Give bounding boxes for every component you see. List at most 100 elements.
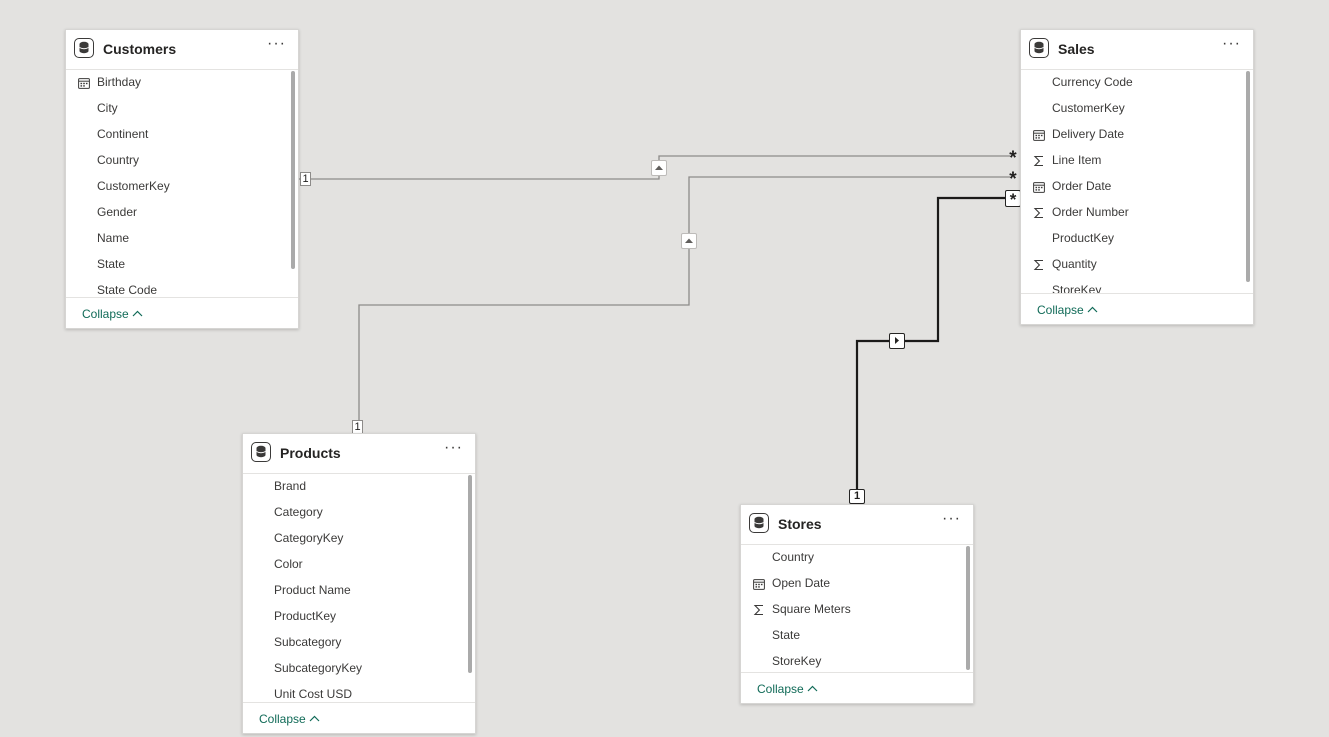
collapse-button[interactable]: Collapse (1037, 303, 1098, 317)
field-name: CategoryKey (274, 531, 344, 545)
field-row[interactable]: ProductKey (243, 604, 475, 630)
field-name: Subcategory (274, 635, 342, 649)
collapse-button[interactable]: Collapse (82, 307, 143, 321)
scrollbar[interactable] (291, 71, 295, 269)
field-name: Delivery Date (1052, 127, 1125, 141)
collapse-button[interactable]: Collapse (259, 712, 320, 726)
field-row[interactable]: CategoryKey (243, 526, 475, 552)
scrollbar[interactable] (1246, 71, 1250, 282)
field-row[interactable]: State (66, 252, 298, 278)
table-header[interactable]: Stores ··· (741, 505, 973, 545)
field-row[interactable]: Order Date (1021, 174, 1253, 200)
field-row[interactable]: Order Number (1021, 200, 1253, 226)
field-name: Order Number (1052, 205, 1129, 219)
field-row[interactable]: Continent (66, 122, 298, 148)
table-card-products[interactable]: Products ··· Brand Category CategoryKey Col… (242, 433, 476, 734)
field-row[interactable]: Country (741, 545, 973, 571)
field-row[interactable]: Brand (243, 474, 475, 500)
field-row[interactable]: ProductKey (1021, 226, 1253, 252)
field-row[interactable]: Open Date (741, 571, 973, 597)
table-header[interactable]: Customers ··· (66, 30, 298, 70)
field-row[interactable]: Product Name (243, 578, 475, 604)
table-card-stores[interactable]: Stores ··· Country Open Date Square Meters… (740, 504, 974, 704)
more-options-icon[interactable]: ··· (267, 35, 286, 53)
scrollbar[interactable] (468, 475, 472, 673)
table-footer: Collapse (1021, 293, 1253, 324)
field-list[interactable]: Birthday City Continent Country CustomerKey G… (66, 70, 298, 298)
field-name: Line Item (1052, 153, 1102, 167)
field-row[interactable]: Birthday (66, 70, 298, 96)
table-card-sales[interactable]: Sales ··· Currency Code CustomerKey Delive… (1020, 29, 1254, 325)
field-row[interactable]: StoreKey (741, 649, 973, 674)
field-name: Category (274, 505, 323, 519)
table-header[interactable]: Sales ··· (1021, 30, 1253, 70)
field-name: ProductKey (274, 609, 337, 623)
more-options-icon[interactable]: ··· (444, 439, 463, 457)
field-list[interactable]: Country Open Date Square Meters State StoreK… (741, 545, 973, 674)
field-row[interactable]: Line Item (1021, 148, 1253, 174)
field-row[interactable]: State (741, 623, 973, 649)
field-row[interactable]: Country (66, 148, 298, 174)
table-footer: Collapse (66, 297, 298, 328)
relationship-line-stores-sales[interactable] (855, 196, 1010, 492)
cardinality-many-badge: * (1005, 190, 1021, 208)
field-row[interactable]: CustomerKey (66, 174, 298, 200)
filter-direction-marker[interactable] (681, 233, 697, 249)
field-row[interactable]: Unit Cost USD (243, 682, 475, 703)
calendar-icon (753, 578, 765, 590)
more-options-icon[interactable]: ··· (1222, 35, 1241, 53)
field-name: Color (274, 557, 303, 571)
field-row[interactable]: StoreKey (1021, 278, 1253, 294)
filter-direction-marker[interactable] (651, 160, 667, 176)
field-row[interactable]: SubcategoryKey (243, 656, 475, 682)
collapse-button[interactable]: Collapse (757, 682, 818, 696)
field-row[interactable]: Category (243, 500, 475, 526)
sum-icon (1033, 207, 1045, 219)
scrollbar[interactable] (966, 546, 970, 670)
cardinality-many-badge: * (1009, 169, 1017, 190)
chevron-up-icon (309, 715, 320, 722)
field-name: Name (97, 231, 130, 245)
table-footer: Collapse (243, 702, 475, 733)
field-name: SubcategoryKey (274, 661, 363, 675)
chevron-up-icon (132, 310, 143, 317)
field-name: StoreKey (772, 654, 822, 668)
field-name: Currency Code (1052, 75, 1133, 89)
field-list[interactable]: Currency Code CustomerKey Delivery Date Lin… (1021, 70, 1253, 294)
field-name: Country (772, 550, 815, 564)
table-icon (251, 442, 271, 462)
more-options-icon[interactable]: ··· (942, 510, 961, 528)
filter-direction-marker[interactable] (889, 333, 905, 349)
field-name: Quantity (1052, 257, 1097, 271)
field-row[interactable]: State Code (66, 278, 298, 298)
field-row[interactable]: Quantity (1021, 252, 1253, 278)
cardinality-one-badge: 1 (352, 420, 363, 434)
field-name: State (772, 628, 801, 642)
chevron-up-icon (807, 685, 818, 692)
table-title: Sales (1058, 41, 1095, 57)
field-name: Square Meters (772, 602, 851, 616)
field-name: CustomerKey (1052, 101, 1125, 115)
field-name: Order Date (1052, 179, 1112, 193)
field-row[interactable]: Delivery Date (1021, 122, 1253, 148)
collapse-label: Collapse (1037, 303, 1084, 317)
relationship-line-products-sales[interactable] (358, 176, 1010, 426)
field-row[interactable]: Subcategory (243, 630, 475, 656)
field-row[interactable]: Currency Code (1021, 70, 1253, 96)
field-row[interactable]: Gender (66, 200, 298, 226)
table-title: Products (280, 445, 341, 461)
field-row[interactable]: City (66, 96, 298, 122)
table-card-customers[interactable]: Customers ··· Birthday City Continent Count… (65, 29, 299, 329)
field-row[interactable]: Color (243, 552, 475, 578)
field-list[interactable]: Brand Category CategoryKey Color Product Nam… (243, 474, 475, 703)
field-row[interactable]: Square Meters (741, 597, 973, 623)
calendar-icon (78, 77, 90, 89)
field-row[interactable]: Name (66, 226, 298, 252)
field-name: State (97, 257, 126, 271)
table-header[interactable]: Products ··· (243, 434, 475, 474)
field-name: Unit Cost USD (274, 687, 353, 701)
model-canvas[interactable]: 1 * 1 * 1 * Customers ··· Birthday City Co… (0, 0, 1329, 737)
chevron-up-icon (1087, 306, 1098, 313)
field-row[interactable]: CustomerKey (1021, 96, 1253, 122)
field-name: Product Name (274, 583, 351, 597)
